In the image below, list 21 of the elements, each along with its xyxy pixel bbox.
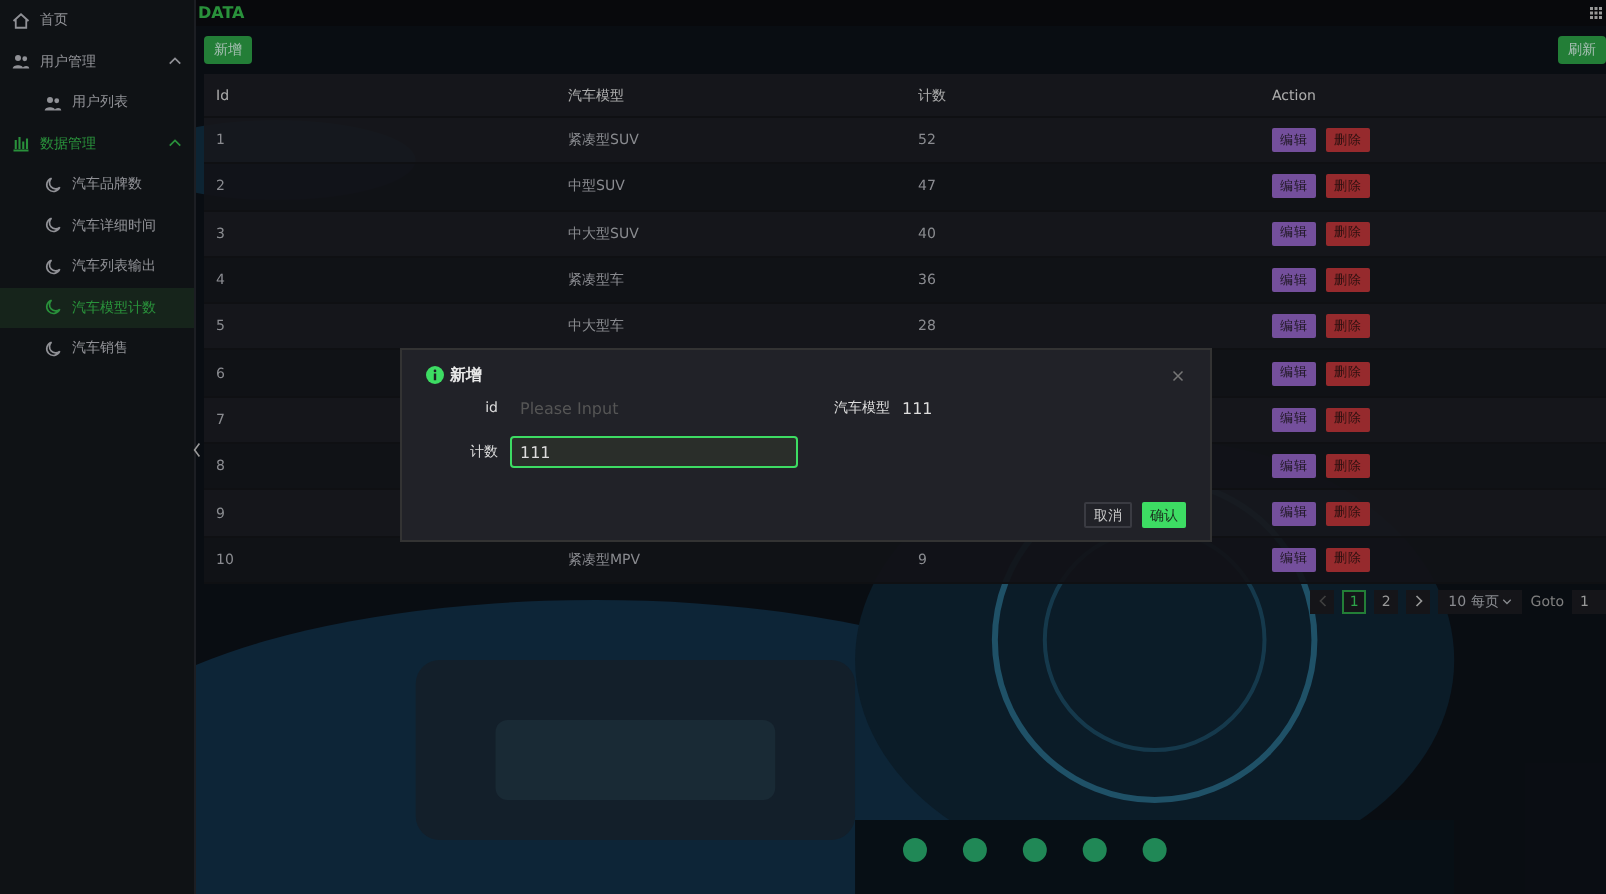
- chevron-down-icon: [1502, 596, 1513, 607]
- next-page-button[interactable]: [1406, 589, 1431, 614]
- dialog-title: 新增: [450, 364, 482, 386]
- moon-icon: [44, 298, 62, 317]
- chevron-left-icon: [1317, 594, 1328, 609]
- users-icon: [44, 93, 62, 112]
- collapse-icon[interactable]: [192, 442, 202, 458]
- close-icon[interactable]: [1172, 369, 1184, 381]
- moon-icon: [44, 216, 62, 235]
- chevron-right-icon: [1413, 594, 1424, 609]
- field-value: 111: [902, 399, 933, 417]
- input-field[interactable]: 111: [510, 436, 798, 468]
- page-title: DATA: [198, 4, 245, 22]
- moon-icon: [44, 339, 62, 358]
- users-icon: [12, 52, 30, 71]
- home-icon: [12, 11, 30, 30]
- grid-icon[interactable]: [1590, 6, 1602, 20]
- moon-icon: [44, 175, 62, 194]
- moon-icon: [44, 257, 62, 276]
- chart-icon: [12, 134, 30, 153]
- info-icon: [426, 366, 444, 384]
